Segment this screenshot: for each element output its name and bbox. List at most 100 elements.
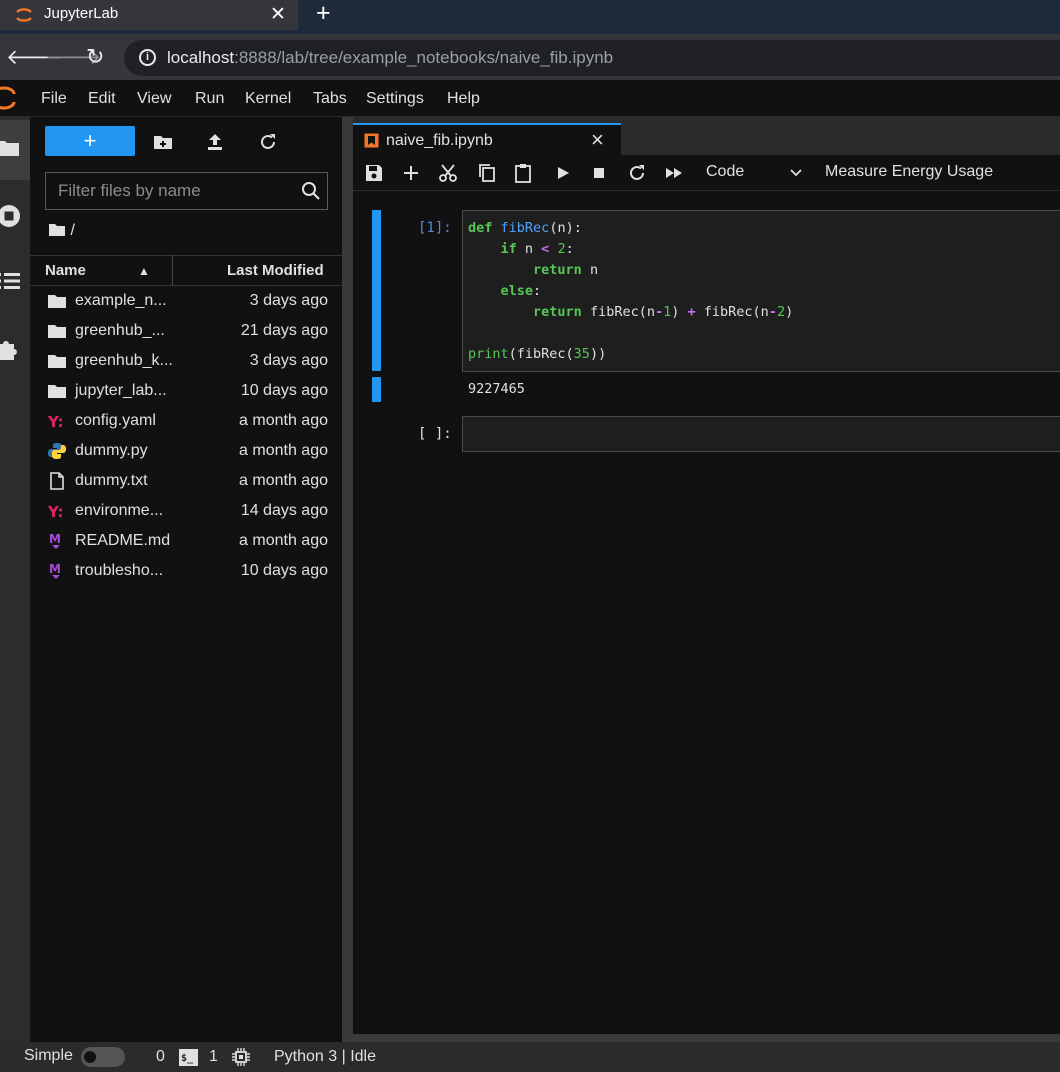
- menu-edit[interactable]: Edit: [88, 90, 116, 108]
- terminal-count[interactable]: 0: [156, 1048, 165, 1066]
- tab-close-icon[interactable]: ✕: [270, 3, 286, 26]
- running-kernels-icon[interactable]: [0, 203, 22, 229]
- simple-mode-label: Simple: [24, 1047, 73, 1064]
- menu-kernel[interactable]: Kernel: [245, 90, 291, 108]
- menu-run[interactable]: Run: [195, 90, 224, 108]
- file-name: config.yaml: [75, 412, 156, 429]
- folder-icon: [48, 325, 66, 338]
- terminal-icon[interactable]: $_: [179, 1049, 198, 1066]
- new-launcher-button[interactable]: +: [45, 126, 135, 156]
- file-modified: 3 days ago: [249, 352, 328, 369]
- markdown-icon: M: [49, 532, 61, 549]
- output-collapser[interactable]: [372, 377, 381, 402]
- chevron-down-icon[interactable]: [789, 166, 803, 180]
- svg-text:M: M: [49, 562, 61, 576]
- extensions-puzzle-icon[interactable]: [0, 336, 20, 362]
- cut-icon[interactable]: [438, 163, 458, 183]
- file-modified: 14 days ago: [240, 502, 328, 519]
- folder-icon: [0, 141, 19, 156]
- file-modified: 10 days ago: [240, 562, 328, 579]
- file-row[interactable]: greenhub_k... 3 days ago: [30, 346, 342, 376]
- kernel-status[interactable]: Python 3 | Idle: [274, 1048, 376, 1066]
- panel-splitter[interactable]: [342, 117, 353, 1042]
- yaml-icon: Y:: [48, 413, 64, 430]
- upload-icon[interactable]: [205, 132, 225, 152]
- cell-prompt: [ ]:: [418, 426, 452, 442]
- url-path: :8888/lab/tree/example_notebooks/naive_f…: [234, 48, 614, 67]
- run-icon[interactable]: [553, 163, 573, 183]
- file-name: dummy.txt: [75, 472, 148, 489]
- paste-icon[interactable]: [513, 163, 533, 183]
- file-name: troublesho...: [75, 562, 164, 579]
- browser-tab-title: JupyterLab: [44, 5, 119, 22]
- table-of-contents-icon[interactable]: [0, 271, 22, 291]
- fast-forward-icon[interactable]: [664, 163, 684, 183]
- menu-settings[interactable]: Settings: [366, 90, 424, 108]
- cell-output: 9227465: [468, 381, 525, 397]
- activity-file-browser[interactable]: [0, 120, 30, 180]
- column-header-name[interactable]: Name: [45, 262, 86, 279]
- markdown-icon: M: [49, 562, 61, 579]
- menu-tabs[interactable]: Tabs: [313, 90, 347, 108]
- kernel-count[interactable]: 1: [209, 1048, 218, 1066]
- filter-files-box: [45, 172, 328, 210]
- cell-prompt: [1]:: [418, 220, 452, 236]
- menu-help[interactable]: Help: [447, 90, 480, 108]
- column-header-last-modified[interactable]: Last Modified: [227, 262, 324, 279]
- menu-view[interactable]: View: [137, 90, 171, 108]
- sort-ascending-icon[interactable]: ▲: [138, 264, 150, 278]
- file-row[interactable]: Y: environme... 14 days ago: [30, 496, 342, 526]
- folder-icon[interactable]: [48, 222, 66, 237]
- breadcrumb-root[interactable]: /: [70, 222, 74, 239]
- new-tab-icon[interactable]: +: [316, 0, 331, 28]
- copy-icon[interactable]: [477, 163, 497, 183]
- svg-text:M: M: [49, 532, 61, 546]
- url-text[interactable]: localhost:8888/lab/tree/example_notebook…: [167, 48, 613, 68]
- python-icon: [48, 443, 66, 459]
- jupyter-favicon-icon: [16, 8, 32, 22]
- notebook-icon: [364, 133, 379, 148]
- input-collapser[interactable]: [372, 210, 381, 371]
- file-modified: 10 days ago: [240, 382, 328, 399]
- jupyter-logo-icon: [0, 86, 16, 110]
- file-row[interactable]: greenhub_... 21 days ago: [30, 316, 342, 346]
- empty-code-cell-editor[interactable]: [462, 416, 1060, 452]
- file-row[interactable]: Y: config.yaml a month ago: [30, 406, 342, 436]
- yaml-icon: Y:: [48, 503, 64, 520]
- file-row[interactable]: M troublesho... 10 days ago: [30, 556, 342, 586]
- file-row[interactable]: dummy.py a month ago: [30, 436, 342, 466]
- folder-icon: [48, 295, 66, 308]
- menu-file[interactable]: File: [41, 90, 67, 108]
- simple-mode-toggle[interactable]: [81, 1047, 125, 1067]
- notebook-tab[interactable]: naive_fib.ipynb ×: [353, 123, 621, 156]
- file-row[interactable]: M README.md a month ago: [30, 526, 342, 556]
- file-modified: a month ago: [239, 412, 328, 429]
- file-modified: 21 days ago: [240, 322, 328, 339]
- reload-icon[interactable]: ↻: [86, 44, 104, 70]
- file-modified: a month ago: [239, 472, 328, 489]
- stop-icon[interactable]: [589, 163, 609, 183]
- file-row[interactable]: jupyter_lab... 10 days ago: [30, 376, 342, 406]
- restart-icon[interactable]: [627, 163, 647, 183]
- file-name: README.md: [75, 532, 171, 549]
- measure-energy-button[interactable]: Measure Energy Usage: [825, 163, 993, 181]
- url-host: localhost: [167, 48, 235, 67]
- browser-tab[interactable]: JupyterLab ✕: [0, 0, 298, 30]
- new-folder-icon[interactable]: [153, 132, 173, 152]
- file-name: example_n...: [75, 292, 167, 309]
- refresh-icon[interactable]: [258, 132, 278, 152]
- column-divider[interactable]: [172, 255, 173, 286]
- file-modified: a month ago: [239, 442, 328, 459]
- site-info-icon[interactable]: i: [139, 49, 156, 66]
- file-modified: 3 days ago: [249, 292, 328, 309]
- cell-type-dropdown[interactable]: Code: [706, 163, 744, 181]
- cpu-chip-icon[interactable]: [232, 1048, 250, 1066]
- code-cell-editor[interactable]: def fibRec(n): if n < 2: return n else: …: [462, 210, 1060, 372]
- code-content: def fibRec(n): if n < 2: return n else: …: [468, 220, 794, 362]
- file-row[interactable]: example_n... 3 days ago: [30, 286, 342, 316]
- file-row[interactable]: dummy.txt a month ago: [30, 466, 342, 496]
- filter-files-input[interactable]: [58, 181, 288, 201]
- close-icon[interactable]: ×: [591, 127, 604, 153]
- save-icon[interactable]: [364, 163, 384, 183]
- add-cell-icon[interactable]: [401, 163, 421, 183]
